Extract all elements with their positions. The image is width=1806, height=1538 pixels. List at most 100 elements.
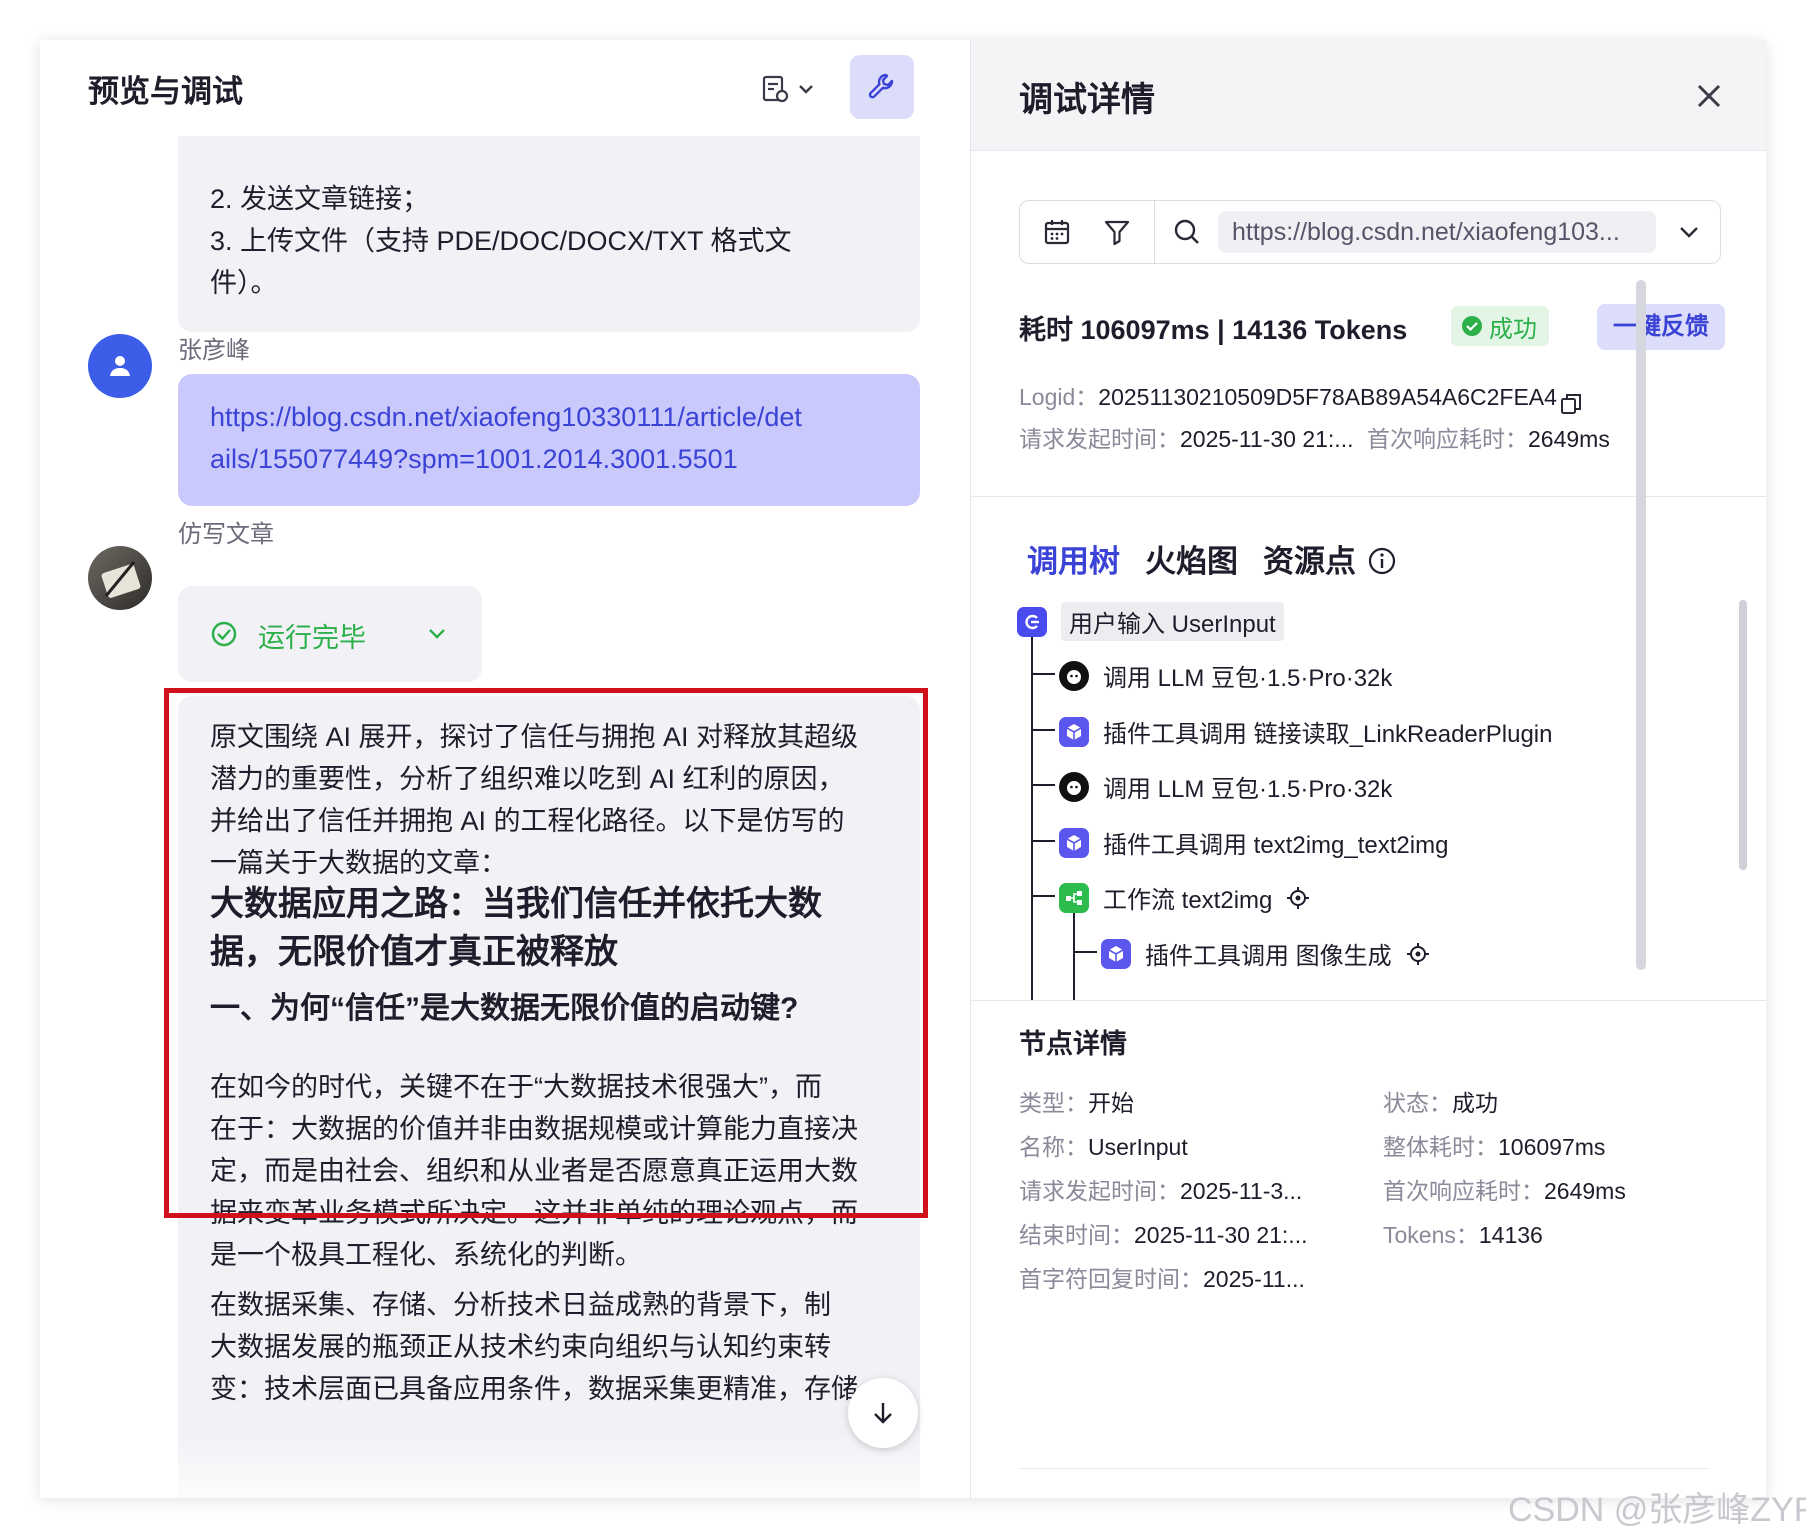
preview-debug-pane: 预览与调试 2. 发送文章链接； 3. 上传文件（支持 PDE/DOC/DOCX… <box>40 40 970 1498</box>
tree-node-label: 工作流 text2img <box>1103 887 1273 914</box>
preview-header: 预览与调试 <box>40 40 970 136</box>
detail-value: 106097ms <box>1498 1134 1606 1160</box>
user-icon <box>110 356 130 376</box>
tree-connector <box>1073 951 1097 953</box>
info-icon[interactable] <box>1367 546 1397 576</box>
node-details-title: 节点详情 <box>1019 1029 1127 1059</box>
filter-icon[interactable] <box>1102 217 1132 247</box>
message-link[interactable]: ails/155077449?spm=1001.2014.3001.5501 <box>210 438 900 480</box>
first-response-value: 2649ms <box>1528 426 1610 452</box>
user-avatar <box>88 334 152 398</box>
divider <box>1019 1468 1709 1469</box>
detail-value: 14136 <box>1478 1222 1543 1248</box>
tree-node-llm[interactable]: 调用 LLM 豆包·1.5·Pro·32k <box>1059 658 1392 693</box>
check-circle-icon <box>1462 316 1482 336</box>
detail-value: 开始 <box>1088 1090 1134 1116</box>
arrow-down-icon <box>874 1403 892 1424</box>
divider <box>1154 201 1155 263</box>
bot-name: 仿写文章 <box>178 521 274 548</box>
view-mode-dropdown[interactable] <box>760 70 830 108</box>
detail-key: 类型： <box>1019 1090 1088 1116</box>
tree-connector <box>1031 673 1055 675</box>
detail-key: Tokens： <box>1383 1222 1479 1248</box>
call-tree: 用户输入 UserInput 调用 LLM 豆包·1.5·Pro·32k 插件工… <box>971 590 1766 1000</box>
request-time-value: 2025-11-30 21:... <box>1180 426 1354 452</box>
detail-type: 类型：开始 <box>1019 1084 1134 1118</box>
chevron-down-icon[interactable] <box>1676 219 1702 245</box>
llm-icon <box>1059 771 1089 802</box>
detail-request-time: 请求发起时间：2025-11-3... <box>1019 1172 1302 1206</box>
chevron-down-icon <box>799 85 813 94</box>
detail-value: 2649ms <box>1544 1178 1626 1204</box>
feedback-button[interactable]: 一键反馈 <box>1597 304 1725 350</box>
detail-first-response: 首次响应耗时：2649ms <box>1383 1172 1626 1206</box>
plugin-icon <box>1101 938 1131 969</box>
tree-node-label: 插件工具调用 链接读取_LinkReaderPlugin <box>1103 721 1553 748</box>
tree-connector <box>1031 840 1055 842</box>
tree-connector <box>1031 634 1033 1000</box>
tree-connector <box>1031 729 1055 731</box>
detail-value: 成功 <box>1452 1090 1498 1116</box>
tree-node-label: 调用 LLM 豆包·1.5·Pro·32k <box>1103 665 1393 692</box>
detail-key: 整体耗时： <box>1383 1134 1498 1160</box>
run-status-toggle[interactable]: 运行完毕 <box>178 586 482 682</box>
text-line: 在数据采集、存储、分析技术日益成熟的背景下，制 <box>210 1290 831 1320</box>
tree-node-workflow[interactable]: 工作流 text2img <box>1059 880 1310 915</box>
pane-title: 调试详情 <box>1019 81 1155 119</box>
close-icon[interactable] <box>1693 80 1725 112</box>
trace-search-input[interactable]: https://blog.csdn.net/xiaofeng103... <box>1218 211 1656 253</box>
detail-status: 状态：成功 <box>1383 1084 1498 1118</box>
scroll-to-bottom-button[interactable] <box>848 1378 918 1448</box>
wrench-icon <box>868 73 894 99</box>
search-icon <box>1174 219 1199 244</box>
tree-scrollbar[interactable] <box>1739 600 1747 870</box>
user-name: 张彦峰 <box>178 337 250 364</box>
watermark: CSDN @张彦峰ZYF <box>1508 1491 1806 1529</box>
detail-key: 请求发起时间： <box>1019 1178 1180 1204</box>
first-response-row: 首次响应耗时：2649ms <box>1367 420 1610 454</box>
tree-node-user-input[interactable]: 用户输入 UserInput <box>1017 602 1284 641</box>
copy-icon[interactable] <box>1559 392 1583 416</box>
tree-node-plugin[interactable]: 插件工具调用 text2img_text2img <box>1059 825 1448 860</box>
tree-node-label: 调用 LLM 豆包·1.5·Pro·32k <box>1103 776 1393 803</box>
message-line: 2. 发送文章链接； <box>210 184 430 214</box>
tree-node-plugin[interactable]: 插件工具调用 链接读取_LinkReaderPlugin <box>1059 714 1552 749</box>
status-badge: 成功 <box>1451 306 1549 346</box>
tree-node-llm[interactable]: 调用 LLM 豆包·1.5·Pro·32k <box>1059 769 1392 804</box>
scroll-fade <box>40 1430 970 1498</box>
user-message: https://blog.csdn.net/xiaofeng10330111/a… <box>178 374 920 506</box>
pane-scrollbar[interactable] <box>1636 280 1646 970</box>
status-badge-label: 成功 <box>1489 315 1537 343</box>
debug-header: 调试详情 <box>971 40 1766 151</box>
tab-call-tree[interactable]: 调用树 <box>1027 536 1120 581</box>
tab-flame-graph[interactable]: 火焰图 <box>1145 536 1238 581</box>
detail-end-time: 结束时间：2025-11-30 21:... <box>1019 1216 1307 1250</box>
target-icon[interactable] <box>1286 886 1310 910</box>
tree-node-label: 插件工具调用 text2img_text2img <box>1103 832 1449 859</box>
debug-tool-button[interactable] <box>850 55 914 119</box>
divider <box>971 1000 1766 1001</box>
detail-name: 名称：UserInput <box>1019 1128 1188 1162</box>
first-response-key: 首次响应耗时： <box>1367 426 1528 452</box>
calendar-icon[interactable] <box>1042 217 1072 247</box>
tab-resource-points[interactable]: 资源点 <box>1263 536 1356 581</box>
text-line: 是一个极具工程化、系统化的判断。 <box>210 1240 642 1270</box>
target-icon[interactable] <box>1406 942 1430 966</box>
tree-connector <box>1073 910 1075 1000</box>
detail-key: 结束时间： <box>1019 1222 1134 1248</box>
text-line: 变：技术层面已具备应用条件，数据采集更精准，存储 <box>210 1374 858 1404</box>
llm-icon <box>1059 660 1089 691</box>
plugin-icon <box>1059 827 1089 858</box>
run-status-label: 运行完毕 <box>258 623 366 653</box>
divider <box>971 496 1766 497</box>
plugin-icon <box>1059 716 1089 747</box>
check-circle-icon <box>211 621 237 647</box>
tree-node-label: 插件工具调用 图像生成 <box>1145 943 1392 970</box>
message-line: 件）。 <box>210 268 278 298</box>
app-window: 预览与调试 2. 发送文章链接； 3. 上传文件（支持 PDE/DOC/DOCX… <box>40 40 1766 1498</box>
tree-connector <box>1031 784 1055 786</box>
detail-value: 2025-11-30 21:... <box>1134 1222 1308 1248</box>
message-link[interactable]: https://blog.csdn.net/xiaofeng10330111/a… <box>210 396 900 438</box>
logid-key: Logid： <box>1019 384 1099 410</box>
tree-node-plugin[interactable]: 插件工具调用 图像生成 <box>1101 936 1430 971</box>
